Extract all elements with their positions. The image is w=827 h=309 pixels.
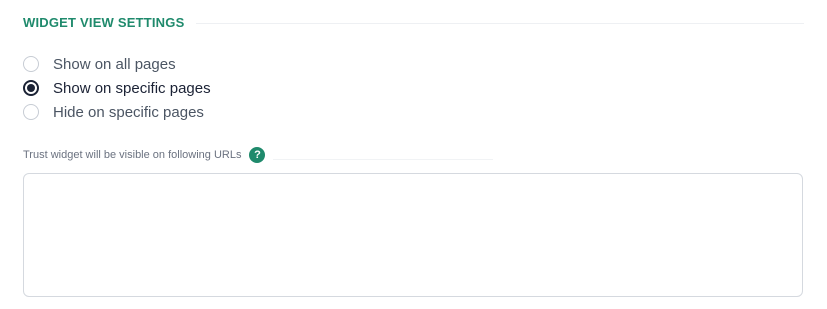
urls-field-label: Trust widget will be visible on followin… [23,149,242,161]
urls-field-label-row: Trust widget will be visible on followin… [23,146,493,164]
question-mark-circle-icon[interactable]: ? [249,147,266,163]
section-divider [196,22,804,24]
radio-show-on-specific-pages[interactable]: Show on specific pages [23,76,211,100]
radio-label-show-on-all-pages: Show on all pages [53,55,176,73]
radio-show-on-all-pages[interactable]: Show on all pages [23,52,211,76]
radio-button-unchecked[interactable] [23,56,39,72]
radio-selected-dot [27,84,35,92]
label-divider [273,158,493,160]
section-header: WIDGET VIEW SETTINGS [23,12,804,32]
radio-button-checked[interactable] [23,80,39,96]
urls-textarea[interactable] [23,173,803,297]
radio-label-hide-on-specific-pages: Hide on specific pages [53,103,204,121]
section-title: WIDGET VIEW SETTINGS [23,14,185,30]
radio-label-show-on-specific-pages: Show on specific pages [53,79,211,97]
radio-button-unchecked[interactable] [23,104,39,120]
radio-hide-on-specific-pages[interactable]: Hide on specific pages [23,100,211,124]
view-settings-radio-group: Show on all pages Show on specific pages… [23,52,211,124]
